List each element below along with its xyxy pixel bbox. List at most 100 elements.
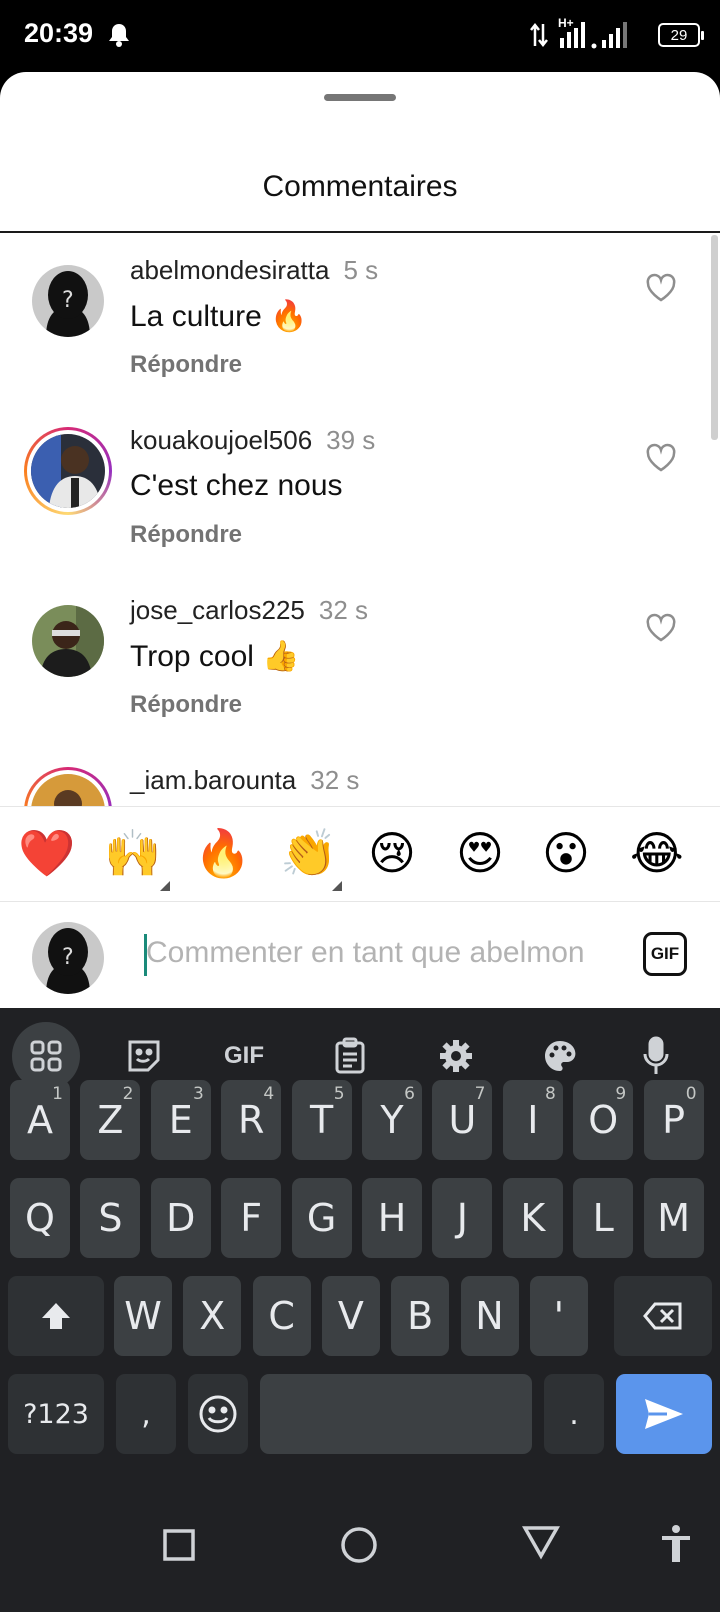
key-label: R <box>237 1098 265 1142</box>
heart-icon[interactable] <box>645 273 677 303</box>
key-l[interactable]: L <box>573 1178 634 1258</box>
key-k[interactable]: K <box>502 1178 563 1258</box>
heart-icon[interactable] <box>645 613 677 643</box>
emoji-heart[interactable]: ❤️ <box>18 825 75 881</box>
key-q[interactable]: Q <box>10 1178 70 1258</box>
username-text[interactable]: kouakoujoel506 <box>130 425 312 455</box>
key-o[interactable]: O9 <box>573 1080 634 1160</box>
key-hint: 9 <box>615 1084 627 1104</box>
comments-list[interactable]: ? abelmondesiratta 5 s La culture 🔥 Répon… <box>0 233 720 876</box>
shift-key[interactable] <box>8 1276 104 1356</box>
key-g[interactable]: G <box>291 1178 352 1258</box>
key-hint: 4 <box>263 1084 275 1104</box>
key-h[interactable]: H <box>362 1178 422 1258</box>
emoji-heart-eyes[interactable]: 😍 <box>456 825 504 881</box>
key-hint: 8 <box>544 1084 556 1104</box>
key-hint: 0 <box>685 1084 697 1104</box>
key-hint: 2 <box>122 1084 134 1104</box>
key-hint: 6 <box>404 1084 415 1104</box>
comment-username[interactable]: abelmondesiratta 5 s <box>130 255 378 286</box>
comment-time: 39 s <box>326 425 376 455</box>
key-p[interactable]: P0 <box>643 1080 704 1160</box>
skin-tone-indicator <box>160 881 170 891</box>
reply-button[interactable]: Répondre <box>130 351 242 379</box>
heart-icon[interactable] <box>645 443 677 473</box>
backspace-key[interactable] <box>614 1276 712 1356</box>
comment-username[interactable]: _iam.barounta 32 s <box>130 765 359 796</box>
emoji-raising-hands[interactable]: 🙌 <box>104 825 161 881</box>
symbols-key[interactable]: ?123 <box>8 1374 104 1454</box>
comment-input[interactable]: Commenter en tant que abelmon <box>146 936 614 970</box>
key-label: P <box>662 1098 686 1142</box>
skin-tone-indicator <box>332 881 342 891</box>
quick-emoji-bar: ❤️ 🙌 🔥 👏 😢 😍 😮 😂 <box>0 806 720 902</box>
key-label: Y <box>380 1098 404 1142</box>
key-hint: 1 <box>52 1084 63 1104</box>
emoji-laughing[interactable]: 😂 <box>630 825 684 881</box>
username-text[interactable]: jose_carlos225 <box>130 595 305 625</box>
key-m[interactable]: M <box>643 1178 704 1258</box>
home-button[interactable] <box>340 1526 378 1564</box>
status-indicators: H+ 29 <box>530 16 704 52</box>
reply-button[interactable]: Répondre <box>130 521 242 549</box>
key-apostrophe[interactable]: ' <box>529 1276 588 1356</box>
comment-time: 32 s <box>310 765 360 795</box>
key-e[interactable]: E3 <box>150 1080 211 1160</box>
signal-icon: H+ <box>558 16 648 50</box>
send-key[interactable] <box>616 1374 712 1454</box>
accessibility-icon[interactable] <box>660 1524 692 1564</box>
gif-button[interactable]: GIF <box>643 932 687 976</box>
emoji-crying[interactable]: 😢 <box>368 825 416 881</box>
navigation-bar <box>0 1488 720 1612</box>
emoji-fire[interactable]: 🔥 <box>194 825 251 881</box>
comment-username[interactable]: kouakoujoel506 39 s <box>130 425 375 456</box>
comma-key[interactable]: , <box>116 1374 176 1454</box>
emoji-key[interactable] <box>188 1374 248 1454</box>
key-t[interactable]: T5 <box>291 1080 352 1160</box>
key-i[interactable]: I8 <box>502 1080 563 1160</box>
username-text[interactable]: _iam.barounta <box>130 765 296 795</box>
username-text[interactable]: abelmondesiratta <box>130 255 329 285</box>
key-a[interactable]: A1 <box>10 1080 70 1160</box>
emoji-clapping[interactable]: 👏 <box>280 825 337 881</box>
comment-text: La culture 🔥 <box>130 300 308 333</box>
svg-text:?: ? <box>62 288 74 313</box>
key-label: I <box>527 1098 539 1142</box>
key-j[interactable]: J <box>432 1178 493 1258</box>
comment-username[interactable]: jose_carlos225 32 s <box>130 595 368 626</box>
emoji-surprised[interactable]: 😮 <box>542 825 590 881</box>
svg-text:?: ? <box>62 945 74 970</box>
key-n[interactable]: N <box>460 1276 519 1356</box>
key-d[interactable]: D <box>150 1178 211 1258</box>
key-x[interactable]: X <box>183 1276 242 1356</box>
drag-handle[interactable] <box>324 94 396 101</box>
key-hint: 5 <box>333 1084 345 1104</box>
comment-item: kouakoujoel506 39 s C'est chez nous Répon… <box>0 403 720 573</box>
period-key[interactable]: . <box>544 1374 604 1454</box>
key-c[interactable]: C <box>252 1276 311 1356</box>
recents-button[interactable] <box>162 1528 196 1562</box>
key-r[interactable]: R4 <box>221 1080 282 1160</box>
comment-item: ? abelmondesiratta 5 s La culture 🔥 Répon… <box>0 233 720 403</box>
avatar[interactable] <box>24 427 112 515</box>
key-s[interactable]: S <box>80 1178 141 1258</box>
avatar[interactable] <box>32 605 104 677</box>
space-key[interactable] <box>260 1374 532 1454</box>
comment-composer: ? Commenter en tant que abelmon GIF <box>0 902 720 1008</box>
avatar[interactable]: ? <box>32 265 104 337</box>
key-v[interactable]: V <box>321 1276 380 1356</box>
key-hint: 3 <box>192 1084 204 1104</box>
reply-button[interactable]: Répondre <box>130 691 242 719</box>
key-b[interactable]: B <box>391 1276 450 1356</box>
data-transfer-icon <box>530 22 548 48</box>
key-u[interactable]: U7 <box>432 1080 493 1160</box>
key-z[interactable]: Z2 <box>80 1080 141 1160</box>
key-label: E <box>168 1098 193 1142</box>
key-y[interactable]: Y6 <box>362 1080 422 1160</box>
comment-time: 32 s <box>318 595 369 625</box>
back-button[interactable] <box>522 1524 560 1560</box>
comment-text: C'est chez nous <box>130 469 343 502</box>
key-w[interactable]: W <box>114 1276 172 1356</box>
key-f[interactable]: F <box>221 1178 282 1258</box>
key-label: T <box>309 1098 334 1142</box>
